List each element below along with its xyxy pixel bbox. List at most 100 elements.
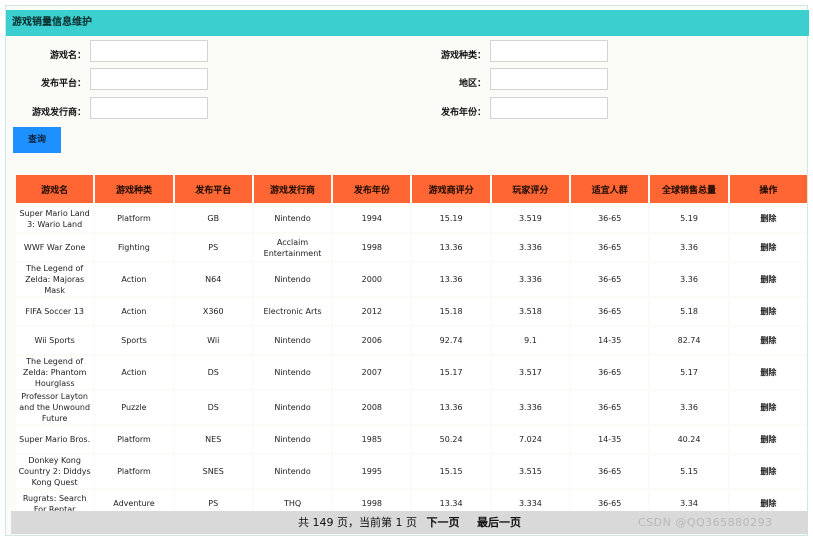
table-cell: 14-35 <box>571 426 649 453</box>
table-cell: Nintendo <box>253 263 332 296</box>
sales-table: 游戏名 游戏种类 发布平台 游戏发行商 发布年份 游戏商评分 玩家评分 适宜人群 全球销售总量操… <box>14 173 809 519</box>
table-cell: 1994 <box>333 205 411 232</box>
table-cell: DS <box>174 391 252 424</box>
table-cell: Platform <box>95 426 173 453</box>
table-cell: Donkey Kong Country 2: Diddys Kong Quest <box>16 455 94 488</box>
page-info: 共 149 页，当前第 1 页 <box>298 516 417 529</box>
table-cell: 3.36 <box>650 391 728 424</box>
table-cell: 5.18 <box>650 298 728 325</box>
table-cell: 82.74 <box>650 327 728 354</box>
table-cell: PS <box>174 234 252 261</box>
table-cell: 2008 <box>333 391 411 424</box>
region-input[interactable] <box>490 68 608 90</box>
platform-label: 发布平台： <box>40 79 86 89</box>
table-cell: 13.36 <box>412 391 490 424</box>
table-cell: Wii <box>174 327 252 354</box>
table-cell: Nintendo <box>253 391 332 424</box>
table-cell: 36-65 <box>571 391 649 424</box>
table-row: Super Mario Bros. Platform NES Nintendo 1985… <box>16 426 807 453</box>
table-cell: 5.15 <box>650 455 728 488</box>
table-cell: N64 <box>174 263 252 296</box>
delete-link[interactable]: 删除 <box>729 298 807 325</box>
region-label: 地区： <box>458 79 486 89</box>
table-cell: 14-35 <box>571 327 649 354</box>
table-cell: FIFA Soccer 13 <box>16 298 94 325</box>
main-panel: 游戏销量信息维护 游戏名： 发布平台： 游戏发行商： 游戏种类： 地区： 发布年… <box>5 5 809 536</box>
table-cell: 3.336 <box>491 234 570 261</box>
publisher-input[interactable] <box>90 97 208 119</box>
delete-link[interactable]: 删除 <box>729 205 807 232</box>
table-row: The Legend of Zelda: Majoras Mask Action N… <box>16 263 807 296</box>
column-header: 发布平台 <box>174 175 252 203</box>
table-cell: The Legend of Zelda: Majoras Mask <box>16 263 94 296</box>
table-row: The Legend of Zelda: Phantom Hourglass Ac… <box>16 356 807 389</box>
delete-link[interactable]: 删除 <box>729 426 807 453</box>
table-cell: 1985 <box>333 426 411 453</box>
table-cell: Wii Sports <box>16 327 94 354</box>
table-cell: 50.24 <box>412 426 490 453</box>
table-cell: 15.19 <box>412 205 490 232</box>
table-header-row: 游戏名 游戏种类 发布平台 游戏发行商 发布年份 游戏商评分 玩家评分 适宜人群 全球销售总量操… <box>16 175 807 203</box>
next-page-link[interactable]: 下一页 <box>426 516 459 529</box>
table-cell: 13.36 <box>412 263 490 296</box>
table-cell: Electronic Arts <box>253 298 332 325</box>
table-cell: Professor Layton and the Unwound Future <box>16 391 94 424</box>
delete-link[interactable]: 删除 <box>729 263 807 296</box>
table-cell: Action <box>95 298 173 325</box>
year-label: 发布年份： <box>440 108 486 118</box>
table-cell: Action <box>95 263 173 296</box>
table-cell: 2006 <box>333 327 411 354</box>
table-cell: The Legend of Zelda: Phantom Hourglass <box>16 356 94 389</box>
game-type-input[interactable] <box>490 40 608 62</box>
column-header: 游戏种类 <box>95 175 173 203</box>
platform-input[interactable] <box>90 68 208 90</box>
table-cell: 3.517 <box>491 356 570 389</box>
last-page-link[interactable]: 最后一页 <box>477 516 521 529</box>
table-cell: 92.74 <box>412 327 490 354</box>
table-cell: 3.336 <box>491 263 570 296</box>
delete-link[interactable]: 删除 <box>729 327 807 354</box>
publisher-label: 游戏发行商： <box>31 108 86 118</box>
delete-link[interactable]: 删除 <box>729 391 807 424</box>
column-header: 游戏发行商 <box>253 175 332 203</box>
panel-title: 游戏销量信息维护 <box>6 10 809 36</box>
game-type-label: 游戏种类： <box>440 51 486 61</box>
column-header: 适宜人群 <box>571 175 649 203</box>
game-name-input[interactable] <box>90 40 208 62</box>
table-cell: NES <box>174 426 252 453</box>
table-cell: 3.519 <box>491 205 570 232</box>
table-cell: 5.19 <box>650 205 728 232</box>
table-cell: 1995 <box>333 455 411 488</box>
table-cell: 15.17 <box>412 356 490 389</box>
table-cell: 13.36 <box>412 234 490 261</box>
game-name-label: 游戏名： <box>49 51 86 61</box>
column-header: 游戏商评分 <box>412 175 490 203</box>
query-button[interactable]: 查询 <box>13 127 61 153</box>
delete-link[interactable]: 删除 <box>729 455 807 488</box>
table-row: WWF War Zone Fighting PS Acclaim Entertainm… <box>16 234 807 261</box>
table-cell: Sports <box>95 327 173 354</box>
table-cell: 2000 <box>333 263 411 296</box>
table-cell: 2012 <box>333 298 411 325</box>
table-cell: 40.24 <box>650 426 728 453</box>
table-cell: 15.18 <box>412 298 490 325</box>
table-cell: WWF War Zone <box>16 234 94 261</box>
table-cell: 3.518 <box>491 298 570 325</box>
column-header: 游戏名 <box>16 175 94 203</box>
column-header: 全球销售总量 <box>650 175 728 203</box>
table-cell: 36-65 <box>571 455 649 488</box>
delete-link[interactable]: 删除 <box>729 356 807 389</box>
table-cell: Acclaim Entertainment <box>253 234 332 261</box>
table-cell: 5.17 <box>650 356 728 389</box>
table-cell: 1998 <box>333 234 411 261</box>
table-cell: Nintendo <box>253 205 332 232</box>
table-cell: 36-65 <box>571 356 649 389</box>
table-cell: 36-65 <box>571 205 649 232</box>
year-input[interactable] <box>490 97 608 119</box>
table-cell: Super Mario Land 3: Wario Land <box>16 205 94 232</box>
table-row: Professor Layton and the Unwound Future P… <box>16 391 807 424</box>
column-header: 操作 <box>729 175 807 203</box>
table-cell: 15.15 <box>412 455 490 488</box>
delete-link[interactable]: 删除 <box>729 234 807 261</box>
table-cell: 36-65 <box>571 263 649 296</box>
